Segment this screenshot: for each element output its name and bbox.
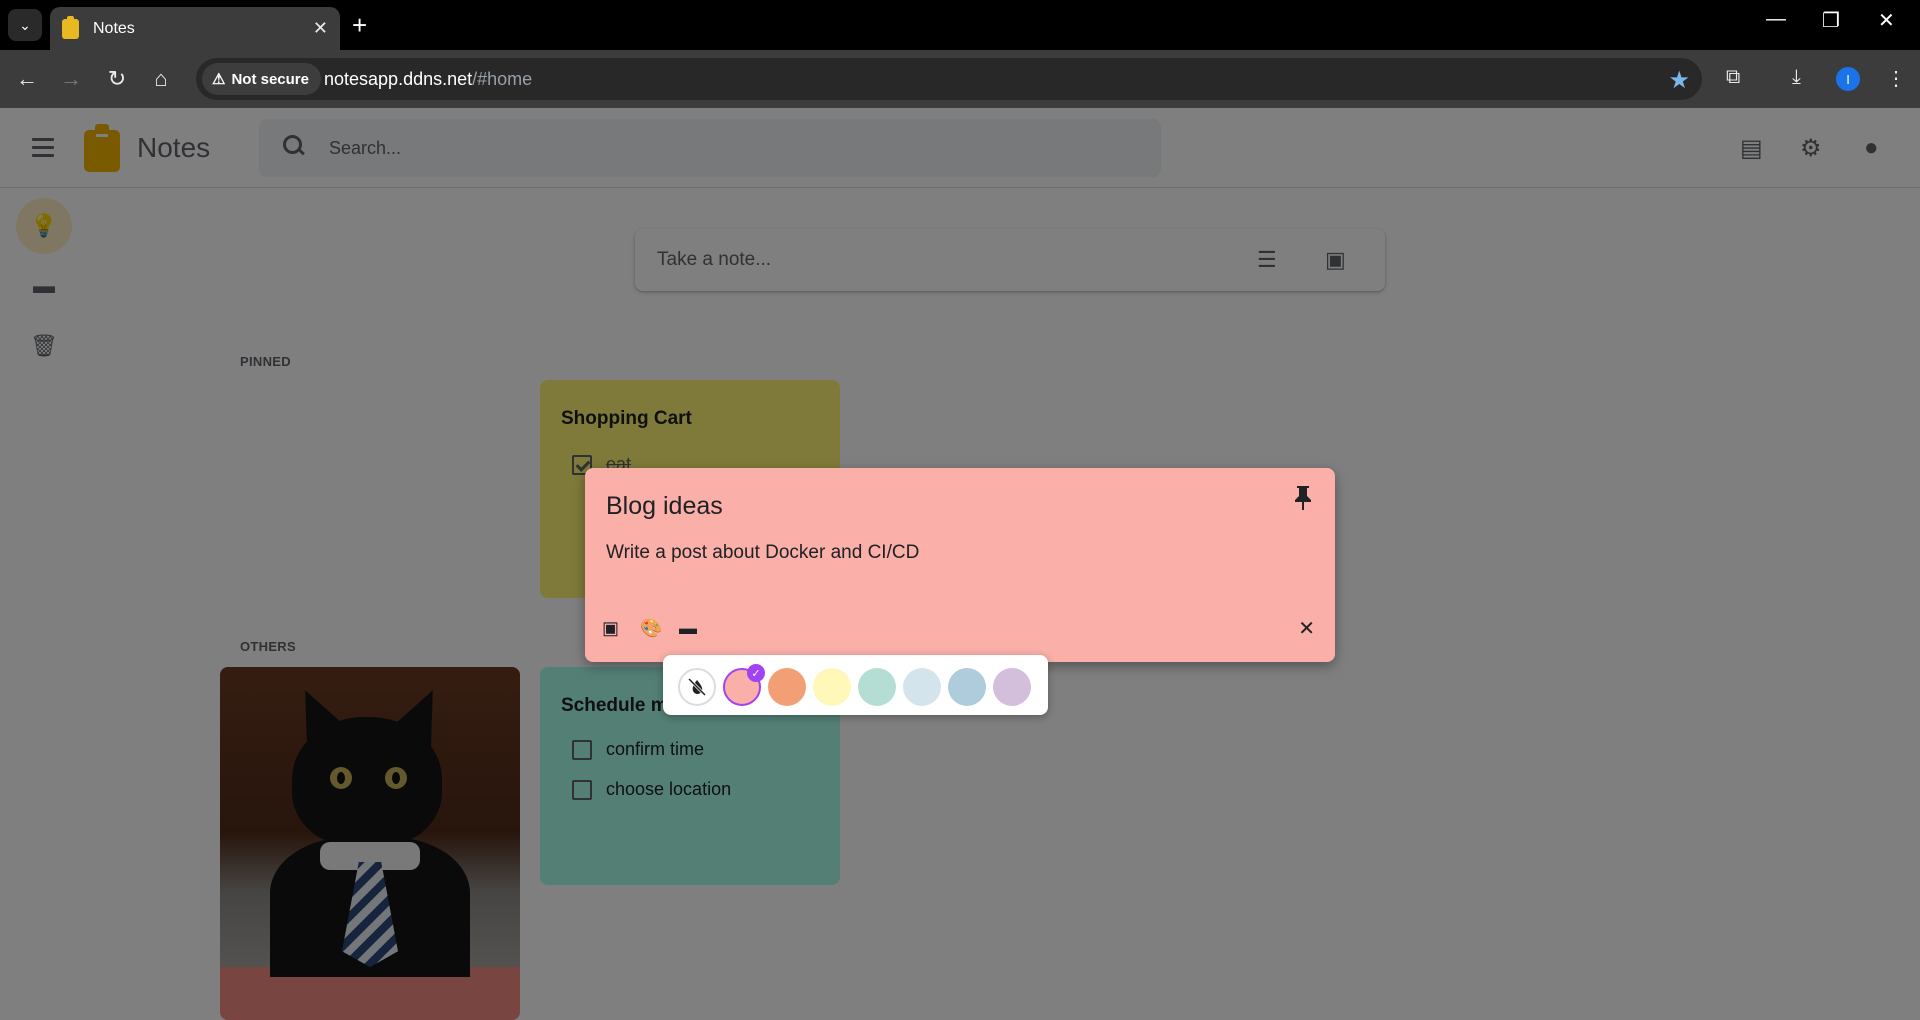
note-editor-dialog: Blog ideas Write a post about Docker and… [585,468,1335,662]
address-bar[interactable]: ⚠ Not secure notesapp.ddns.net/#home ★ [196,58,1702,100]
swatch-yellow[interactable] [813,668,851,706]
close-icon[interactable]: ✕ [1298,616,1315,641]
profile-avatar[interactable]: I [1836,67,1860,91]
tab-search-button[interactable]: ⌄ [8,9,42,41]
swatch-none[interactable] [678,668,716,706]
color-palette: ✓ [663,655,1048,715]
no-color-icon [687,677,707,697]
minimize-icon[interactable]: — [1766,8,1786,31]
restore-icon[interactable]: ❐ [1822,8,1840,33]
bookmark-star-icon[interactable]: ★ [1668,66,1690,95]
palette-icon[interactable]: 🎨 [640,618,662,639]
forward-icon[interactable]: → [56,64,86,94]
close-tab-icon[interactable]: ✕ [313,18,328,39]
browser-toolbar: ← → ↻ ⌂ ⚠ Not secure notesapp.ddns.net/#… [0,50,1920,108]
security-label: Not secure [231,70,309,88]
home-icon[interactable]: ⌂ [146,64,176,94]
swatch-storm[interactable] [948,668,986,706]
swatch-mint[interactable] [858,668,896,706]
url-host: notesapp.ddns.net [324,69,473,89]
reload-icon[interactable]: ↻ [102,64,132,94]
swatch-pink[interactable]: ✓ [723,664,765,706]
swatch-dusk[interactable] [993,668,1031,706]
swatch-fog[interactable] [903,668,941,706]
editor-body[interactable]: Write a post about Docker and CI/CD [606,542,919,564]
downloads-icon[interactable]: ⤓ [1792,66,1801,89]
tab-title: Notes [93,19,135,37]
add-image-icon[interactable]: ▣ [602,618,619,639]
url-path: /#home [472,69,533,89]
pin-icon[interactable] [1293,484,1313,514]
browser-tab[interactable]: Notes ✕ [50,7,340,50]
editor-title[interactable]: Blog ideas [606,492,723,521]
url-text: notesapp.ddns.net/#home [324,69,532,90]
swatch-peach[interactable] [768,668,806,706]
archive-icon[interactable]: ▬ [679,618,697,639]
warning-icon: ⚠ [212,71,226,88]
browser-tab-bar: ⌄ Notes ✕ + — ❐ ✕ [0,0,1920,50]
tab-favicon [62,15,79,39]
new-tab-button[interactable]: + [352,10,367,40]
security-chip[interactable]: ⚠ Not secure [202,63,321,95]
browser-menu-icon[interactable]: ⋮ [1886,66,1906,91]
back-icon[interactable]: ← [12,64,42,94]
window-close-icon[interactable]: ✕ [1878,8,1895,33]
selected-check-icon: ✓ [747,664,765,682]
extensions-icon[interactable]: ⧉ [1726,66,1740,89]
